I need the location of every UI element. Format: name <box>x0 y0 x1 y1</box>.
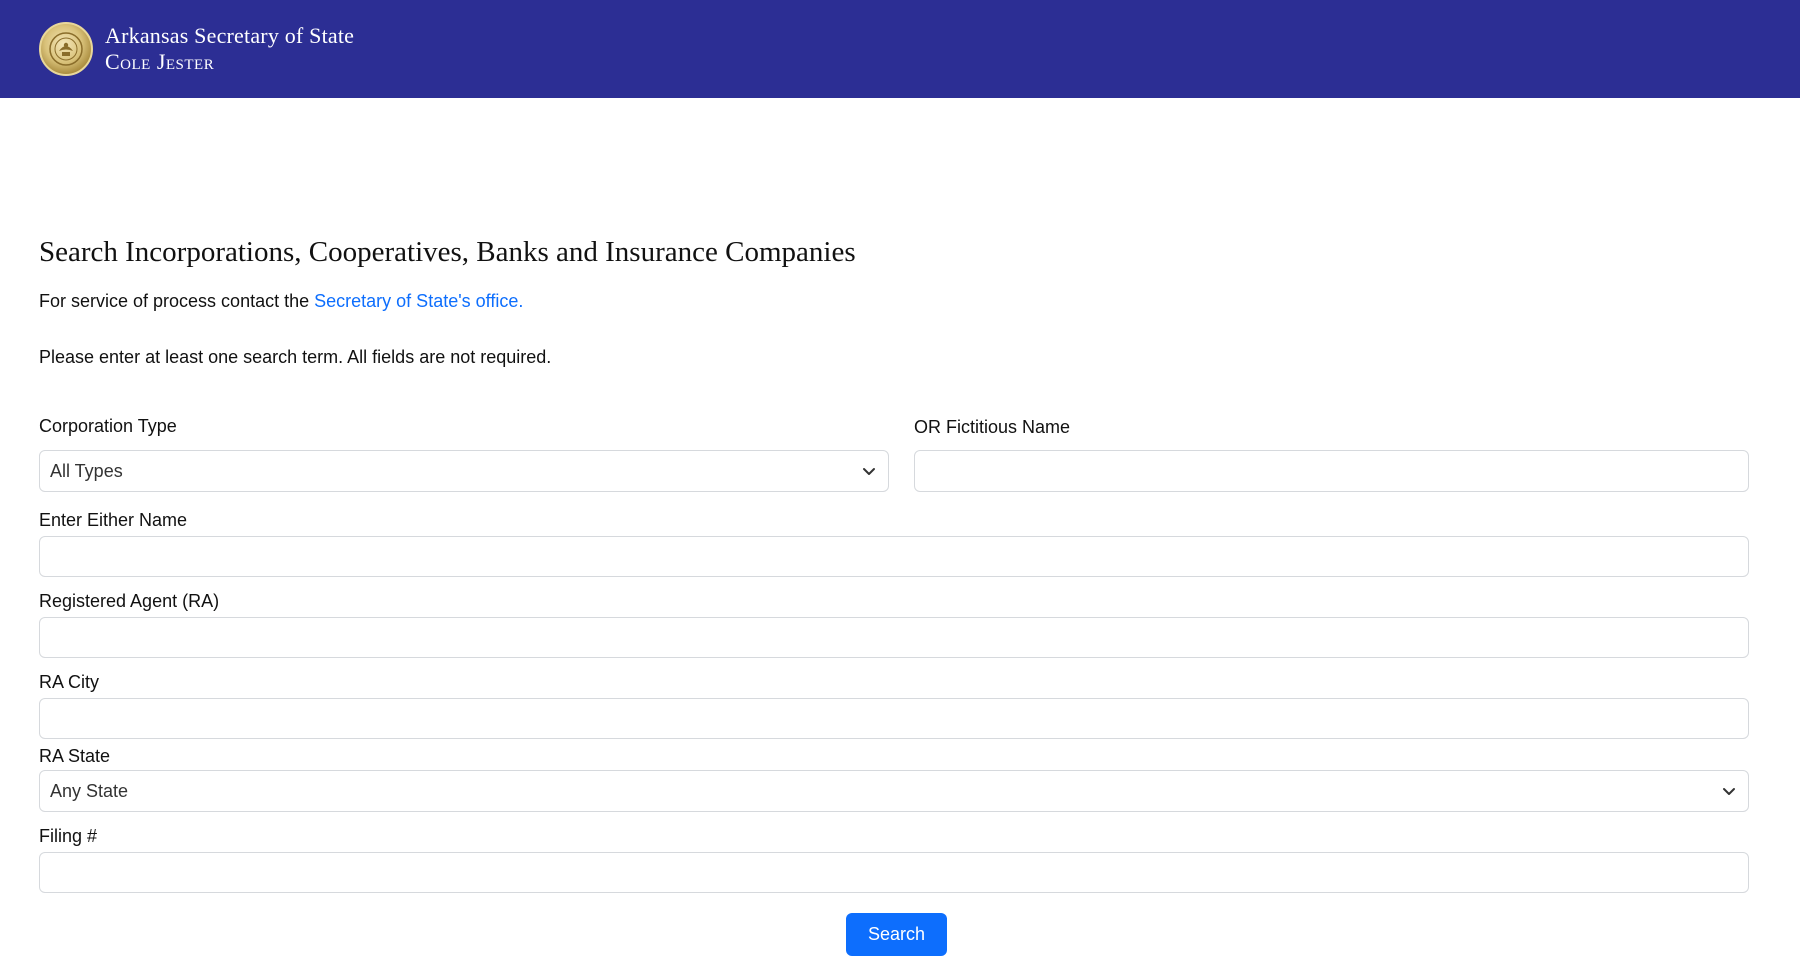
site-brand[interactable]: Arkansas Secretary of State Cole Jester <box>105 25 354 73</box>
corporation-type-value: All Types <box>50 460 123 481</box>
either-name-input[interactable] <box>39 536 1749 577</box>
ra-state-value: Any State <box>50 780 129 801</box>
ra-city-label: RA City <box>39 672 100 692</box>
corporation-type-select[interactable]: All Types <box>39 450 889 492</box>
registered-agent-input[interactable] <box>39 617 1749 658</box>
ra-state-label: RA State <box>39 746 111 766</box>
chevron-down-icon <box>1723 788 1735 795</box>
either-name-label: Enter Either Name <box>39 510 188 530</box>
site-header: Arkansas Secretary of State Cole Jester <box>0 0 1800 98</box>
org-name: Arkansas Secretary of State <box>105 23 355 48</box>
secretary-of-state-office-link[interactable]: Secretary of State's office. <box>314 291 523 311</box>
service-prefix: For service of process contact the <box>39 291 310 311</box>
fictitious-name-input[interactable] <box>914 450 1749 492</box>
ra-state-select[interactable]: Any State <box>39 770 1749 812</box>
service-of-process-text: For service of process contact the Secre… <box>39 291 523 312</box>
search-button[interactable]: Search <box>846 913 947 956</box>
filing-number-label: Filing # <box>39 826 98 846</box>
state-seal-icon[interactable] <box>39 22 93 76</box>
registered-agent-label: Registered Agent (RA) <box>39 591 220 611</box>
search-instructions: Please enter at least one search term. A… <box>39 347 552 367</box>
filing-number-input[interactable] <box>39 852 1749 893</box>
fictitious-name-label: OR Fictitious Name <box>914 417 1071 437</box>
page-title: Search Incorporations, Cooperatives, Ban… <box>39 236 856 268</box>
official-name: Cole Jester <box>105 49 215 74</box>
ra-city-input[interactable] <box>39 698 1749 739</box>
chevron-down-icon <box>863 468 875 475</box>
corporation-type-label: Corporation Type <box>39 416 177 436</box>
